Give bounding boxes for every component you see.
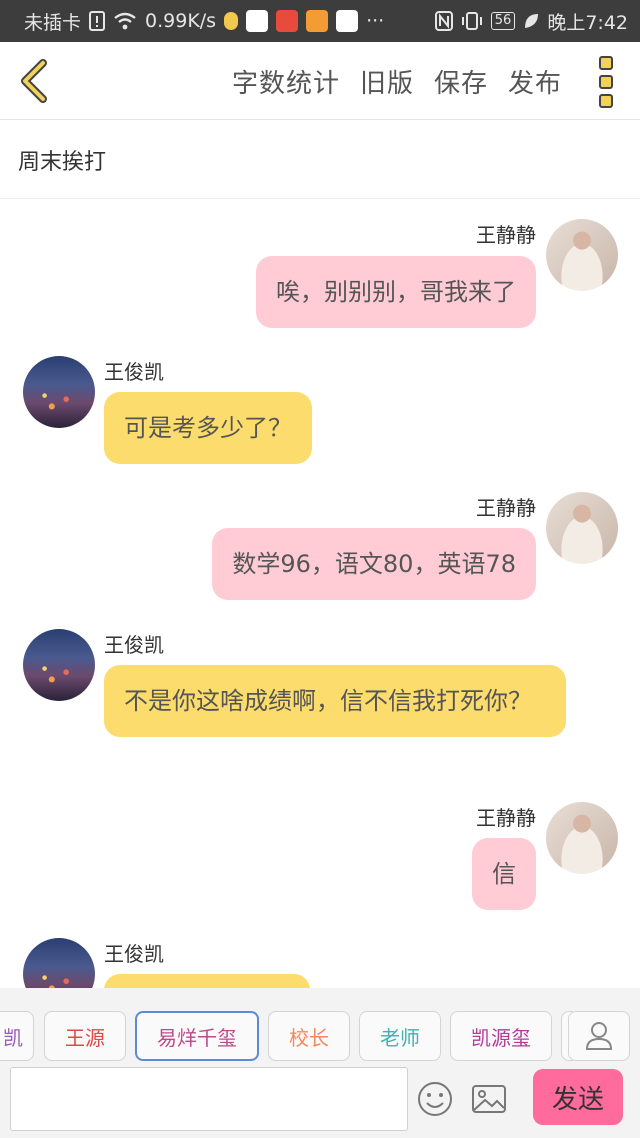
sender-name: 王静静 xyxy=(476,806,536,830)
chat-area[interactable]: 王静静 唉，别别别，哥我来了 王俊凯 可是考多少了？ 王静静 数学96，语文80… xyxy=(0,200,640,988)
character-chip-label: 王源 xyxy=(65,1025,105,1050)
avatar-wangjunkai[interactable] xyxy=(23,356,95,428)
video-app-icon xyxy=(306,10,329,32)
news-app-icon xyxy=(276,10,299,32)
character-chip[interactable]: 老师 xyxy=(359,1011,441,1061)
image-icon xyxy=(472,1085,506,1113)
character-chip-label: 易烊千玺 xyxy=(157,1025,237,1050)
smiley-icon xyxy=(418,1082,452,1116)
sim-alert-icon xyxy=(89,11,106,31)
editor-toolbar: 字数统计 旧版 保存 发布 xyxy=(0,42,640,120)
character-selector: 凯 王源 易烊千玺 校长 老师 凯源玺 xyxy=(0,988,640,1064)
avatar-wangjingjing[interactable] xyxy=(546,802,618,874)
person-icon xyxy=(585,1022,613,1050)
network-speed: 0.99K/s xyxy=(145,10,217,32)
more-dot-icon xyxy=(599,75,613,89)
send-button[interactable]: 发送 xyxy=(533,1069,623,1125)
character-chip-selected[interactable]: 易烊千玺 xyxy=(135,1011,259,1061)
message-bubble[interactable] xyxy=(104,974,310,988)
bulb-app-icon xyxy=(224,12,239,30)
status-bar: 未插卡 0.99K/s ··· 56 晚上7:42 xyxy=(0,0,640,42)
more-menu-button[interactable] xyxy=(594,56,618,108)
character-chip[interactable]: 凯 xyxy=(0,1011,34,1061)
input-bar: 发送 xyxy=(0,1064,640,1138)
publish-button[interactable]: 发布 xyxy=(508,63,562,100)
avatar-wangjingjing[interactable] xyxy=(546,219,618,291)
save-button[interactable]: 保存 xyxy=(434,63,488,100)
character-chip[interactable]: 校长 xyxy=(268,1011,350,1061)
story-title-text: 周末挨打 xyxy=(18,149,107,175)
character-chip-label: 校长 xyxy=(289,1025,329,1050)
character-chip[interactable]: 王源 xyxy=(44,1011,126,1061)
back-chevron-icon xyxy=(21,59,47,103)
character-chip-label: 凯源玺 xyxy=(471,1025,531,1050)
battery-indicator: 56 xyxy=(490,12,516,30)
sender-name: 王俊凯 xyxy=(104,942,164,966)
more-notifications: ··· xyxy=(366,10,385,32)
more-dot-icon xyxy=(599,56,613,70)
character-chip[interactable]: 凯源玺 xyxy=(450,1011,552,1061)
avatar-wangjunkai[interactable] xyxy=(23,938,95,988)
wifi-icon xyxy=(113,11,137,31)
leaf-icon xyxy=(523,12,539,30)
back-button[interactable] xyxy=(14,58,54,104)
message-bubble[interactable]: 不是你这啥成绩啊，信不信我打死你？ xyxy=(104,665,566,737)
message-bubble[interactable]: 数学96，语文80，英语78 xyxy=(212,528,536,600)
message-input[interactable] xyxy=(10,1067,408,1131)
sender-name: 王静静 xyxy=(476,223,536,247)
image-button[interactable] xyxy=(470,1080,508,1118)
sender-name: 王静静 xyxy=(476,496,536,520)
message-bubble[interactable]: 唉，别别别，哥我来了 xyxy=(256,256,536,328)
emoji-button[interactable] xyxy=(416,1080,454,1118)
character-chip-label: 老师 xyxy=(380,1025,420,1050)
clock: 晚上7:42 xyxy=(547,11,628,34)
qq-app-icon xyxy=(336,10,359,32)
more-dot-icon xyxy=(599,94,613,108)
sender-name: 王俊凯 xyxy=(104,633,164,657)
character-chip-label: 凯 xyxy=(3,1025,23,1050)
avatar-wangjunkai[interactable] xyxy=(23,629,95,701)
avatar-wangjingjing[interactable] xyxy=(546,492,618,564)
add-character-button[interactable] xyxy=(568,1011,630,1061)
baidu-app-icon xyxy=(246,10,269,32)
message-bubble[interactable]: 信 xyxy=(472,838,536,910)
word-count-button[interactable]: 字数统计 xyxy=(232,63,340,100)
sender-name: 王俊凯 xyxy=(104,360,164,384)
vibrate-icon xyxy=(461,11,483,31)
message-bubble[interactable]: 可是考多少了？ xyxy=(104,392,312,464)
story-title[interactable]: 周末挨打 xyxy=(0,121,640,199)
carrier-text: 未插卡 xyxy=(24,11,82,34)
old-version-button[interactable]: 旧版 xyxy=(360,63,414,100)
nfc-icon xyxy=(434,11,453,31)
